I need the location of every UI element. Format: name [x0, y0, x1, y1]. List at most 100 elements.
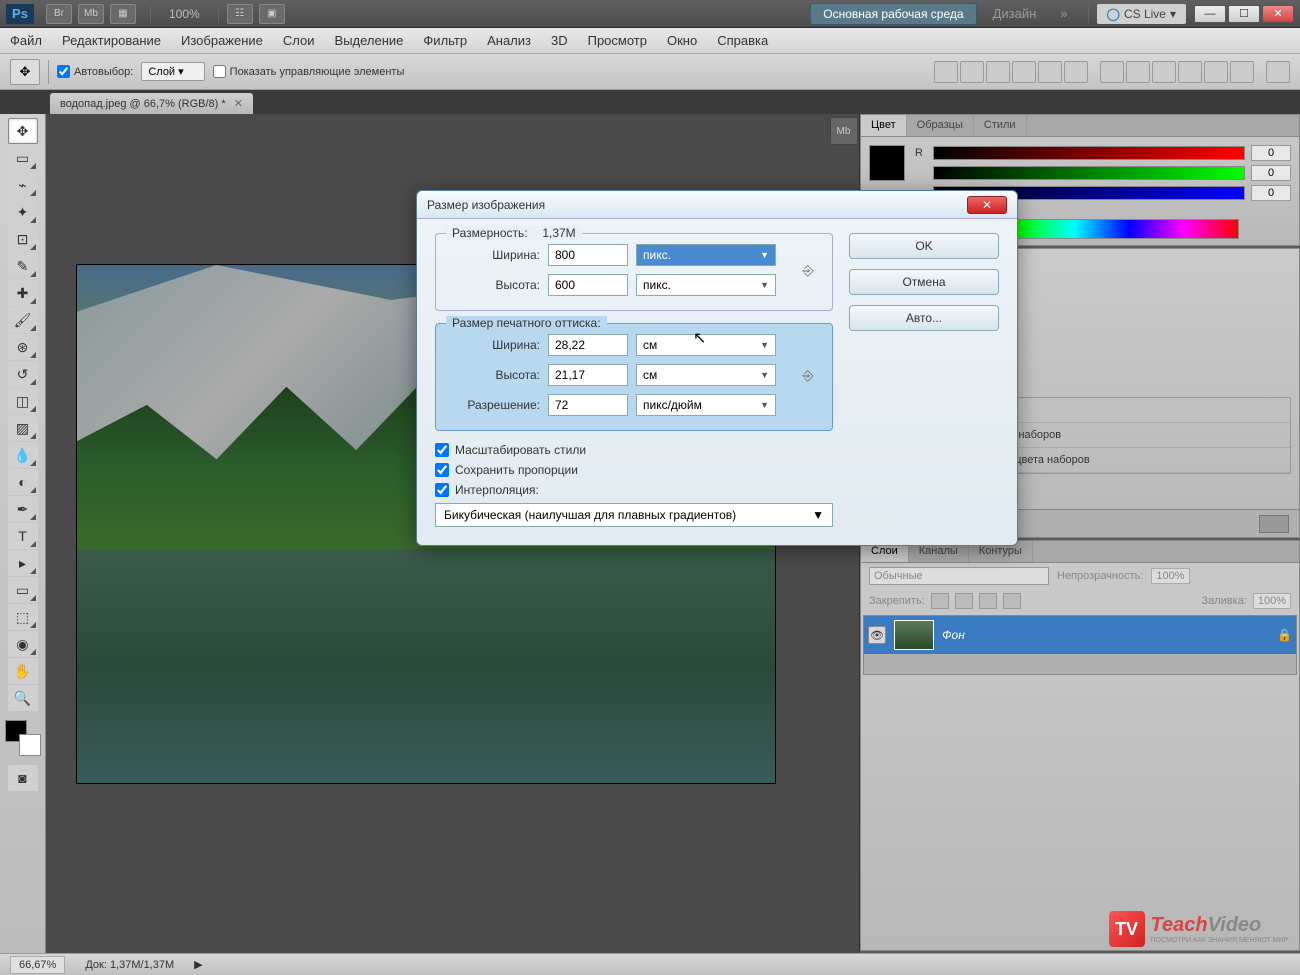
quick-mask-icon[interactable]: ◙ [8, 765, 38, 791]
menu-select[interactable]: Выделение [335, 33, 404, 48]
eyedropper-tool[interactable]: ✎ [8, 253, 38, 279]
window-minimize-button[interactable]: — [1194, 5, 1226, 23]
path-select-tool[interactable]: ▸ [8, 550, 38, 576]
lock-position-icon[interactable] [979, 593, 997, 609]
slider-b-value[interactable] [1251, 185, 1291, 201]
auto-button[interactable]: Авто... [849, 305, 999, 331]
print-height-input[interactable] [548, 364, 628, 386]
status-zoom[interactable]: 66,67% [10, 956, 65, 974]
arrange-icon[interactable]: ☷ [227, 4, 253, 24]
lock-transparency-icon[interactable] [931, 593, 949, 609]
autoselect-checkbox[interactable]: Автовыбор: [57, 65, 133, 78]
heal-tool[interactable]: ✚ [8, 280, 38, 306]
distribute-icon[interactable] [1152, 61, 1176, 83]
menu-layers[interactable]: Слои [283, 33, 315, 48]
distribute-icon[interactable] [1178, 61, 1202, 83]
width-unit-dropdown[interactable]: пикс.▼ [636, 244, 776, 266]
align-icon[interactable] [1038, 61, 1062, 83]
gradient-tool[interactable]: ▨ [8, 415, 38, 441]
crop-tool[interactable]: ⊡ [8, 226, 38, 252]
background-color[interactable] [19, 734, 41, 756]
menu-3d[interactable]: 3D [551, 33, 568, 48]
eraser-tool[interactable]: ◫ [8, 388, 38, 414]
menu-edit[interactable]: Редактирование [62, 33, 161, 48]
print-height-unit-dropdown[interactable]: см▼ [636, 364, 776, 386]
scale-styles-checkbox[interactable]: Масштабировать стили [435, 443, 833, 457]
resample-checkbox[interactable]: Интерполяция: [435, 483, 833, 497]
menu-image[interactable]: Изображение [181, 33, 263, 48]
menu-filter[interactable]: Фильтр [423, 33, 467, 48]
align-icon[interactable] [960, 61, 984, 83]
marquee-tool[interactable]: ▭ [8, 145, 38, 171]
tab-color[interactable]: Цвет [861, 115, 907, 136]
dialog-close-button[interactable]: ✕ [967, 196, 1007, 214]
dock-icon[interactable]: Mb [830, 117, 858, 145]
tab-styles[interactable]: Стили [974, 115, 1027, 136]
move-tool[interactable]: ✥ [8, 118, 38, 144]
workspace-essentials-button[interactable]: Основная рабочая среда [810, 3, 976, 25]
blur-tool[interactable]: 💧 [8, 442, 38, 468]
slider-g[interactable] [933, 166, 1245, 180]
shape-tool[interactable]: ▭ [8, 577, 38, 603]
cancel-button[interactable]: Отмена [849, 269, 999, 295]
align-icon[interactable] [1012, 61, 1036, 83]
workspace-more-icon[interactable]: » [1060, 6, 1067, 21]
interpolation-dropdown[interactable]: Бикубическая (наилучшая для плавных град… [435, 503, 833, 527]
distribute-icon[interactable] [1100, 61, 1124, 83]
document-tab-close-icon[interactable]: ✕ [234, 97, 243, 110]
opacity-value[interactable]: 100% [1151, 568, 1189, 584]
bridge-icon[interactable]: Br [46, 4, 72, 24]
3d-camera-tool[interactable]: ◉ [8, 631, 38, 657]
layer-thumbnail[interactable] [894, 620, 934, 650]
print-width-input[interactable] [548, 334, 628, 356]
zoom-level[interactable]: 100% [169, 7, 200, 21]
quick-select-tool[interactable]: ✦ [8, 199, 38, 225]
slider-r-value[interactable] [1251, 145, 1291, 161]
lock-pixels-icon[interactable] [955, 593, 973, 609]
dodge-tool[interactable]: ◐ [8, 469, 38, 495]
menu-window[interactable]: Окно [667, 33, 697, 48]
type-tool[interactable]: T [8, 523, 38, 549]
document-tab[interactable]: водопад.jpeg @ 66,7% (RGB/8) * ✕ [50, 93, 253, 114]
status-arrow-icon[interactable]: ▶ [194, 958, 202, 971]
distribute-icon[interactable] [1230, 61, 1254, 83]
layer-row[interactable]: 👁 Фон 🔒 [864, 616, 1296, 654]
screen-mode-icon[interactable]: ▦ [110, 4, 136, 24]
dialog-titlebar[interactable]: Размер изображения ✕ [417, 191, 1017, 219]
lock-all-icon[interactable] [1003, 593, 1021, 609]
extras-icon[interactable]: ▣ [259, 4, 285, 24]
3d-tool[interactable]: ⬚ [8, 604, 38, 630]
color-preview[interactable] [869, 145, 905, 181]
history-brush-tool[interactable]: ↺ [8, 361, 38, 387]
adj-trash-icon[interactable] [1259, 515, 1289, 533]
align-icon[interactable] [1064, 61, 1088, 83]
hand-tool[interactable]: ✋ [8, 658, 38, 684]
window-close-button[interactable]: ✕ [1262, 5, 1294, 23]
workspace-design-link[interactable]: Дизайн [993, 6, 1037, 21]
move-tool-icon[interactable]: ✥ [10, 59, 40, 85]
stamp-tool[interactable]: ⊛ [8, 334, 38, 360]
autoselect-dropdown[interactable]: Слой ▾ [141, 62, 204, 81]
show-transform-checkbox[interactable]: Показать управляющие элементы [213, 65, 405, 78]
menu-file[interactable]: Файл [10, 33, 42, 48]
width-input[interactable] [548, 244, 628, 266]
height-input[interactable] [548, 274, 628, 296]
slider-g-value[interactable] [1251, 165, 1291, 181]
resolution-unit-dropdown[interactable]: пикс/дюйм▼ [636, 394, 776, 416]
menu-help[interactable]: Справка [717, 33, 768, 48]
minibridge-icon[interactable]: Mb [78, 4, 104, 24]
align-icon[interactable] [986, 61, 1010, 83]
distribute-icon[interactable] [1204, 61, 1228, 83]
height-unit-dropdown[interactable]: пикс.▼ [636, 274, 776, 296]
zoom-tool[interactable]: 🔍 [8, 685, 38, 711]
menu-analysis[interactable]: Анализ [487, 33, 531, 48]
blend-mode-dropdown[interactable]: Обычные [869, 567, 1049, 585]
layer-visibility-icon[interactable]: 👁 [868, 626, 886, 644]
window-maximize-button[interactable]: ☐ [1228, 5, 1260, 23]
lasso-tool[interactable]: ⌁ [8, 172, 38, 198]
resolution-input[interactable] [548, 394, 628, 416]
cs-live-button[interactable]: ◯CS Live▾ [1097, 4, 1187, 24]
brush-tool[interactable]: 🖌 [8, 307, 38, 333]
pen-tool[interactable]: ✒ [8, 496, 38, 522]
constrain-proportions-checkbox[interactable]: Сохранить пропорции [435, 463, 833, 477]
